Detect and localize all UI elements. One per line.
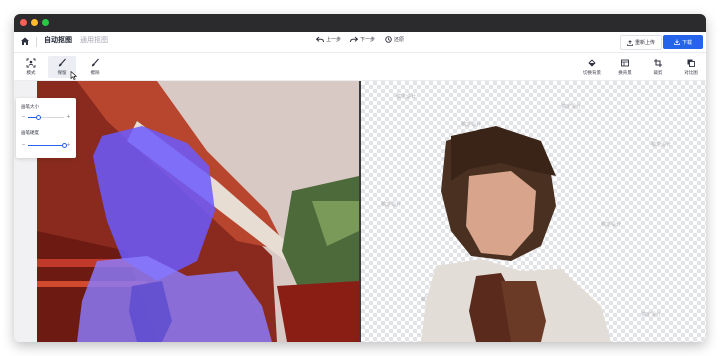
tool-crop[interactable]: 裁剪 bbox=[644, 56, 672, 78]
reupload-button[interactable]: 重新上传 bbox=[620, 35, 663, 50]
tab-general-cutout[interactable]: 通用抠图 bbox=[80, 35, 108, 45]
app-window: 自动抠图 通用抠图 上一步 下一步 还原 重新上传 下载 模式 保留 擦除 切换… bbox=[14, 14, 706, 342]
brush-hardness-label: 画笔硬度 bbox=[21, 131, 39, 136]
reset-icon bbox=[385, 36, 392, 43]
tool-brush-erase[interactable]: 擦除 bbox=[81, 56, 109, 78]
top-navigation-bar: 自动抠图 通用抠图 上一步 下一步 还原 重新上传 下载 bbox=[14, 32, 706, 53]
mode-icon bbox=[26, 58, 36, 68]
minimize-window-button[interactable] bbox=[31, 19, 38, 26]
brush-size-label: 画笔大小 bbox=[21, 105, 39, 110]
original-photo bbox=[37, 81, 359, 342]
undo-icon bbox=[316, 36, 324, 43]
tool-mode-label: 模式 bbox=[26, 71, 36, 76]
redo-icon bbox=[350, 36, 358, 43]
tool-crop-label: 裁剪 bbox=[653, 71, 663, 76]
nav-separator bbox=[36, 37, 37, 47]
crop-icon bbox=[654, 59, 662, 67]
brush-settings-panel: 画笔大小 − + 画笔硬度 − + bbox=[16, 98, 76, 158]
original-image-pane[interactable] bbox=[37, 81, 359, 342]
mouse-cursor-icon bbox=[70, 71, 77, 80]
close-window-button[interactable] bbox=[20, 19, 27, 26]
reset-button[interactable]: 还原 bbox=[385, 36, 404, 43]
download-button[interactable]: 下载 bbox=[663, 35, 703, 49]
maximize-window-button[interactable] bbox=[42, 19, 49, 26]
tool-switch-background[interactable]: 切换背景 bbox=[578, 56, 606, 78]
tab-auto-cutout[interactable]: 自动抠图 bbox=[44, 35, 72, 45]
home-icon[interactable] bbox=[20, 36, 30, 46]
download-label: 下载 bbox=[681, 39, 692, 46]
tool-compare-label: 对比图 bbox=[684, 71, 698, 76]
download-icon bbox=[674, 39, 680, 45]
brush-size-track[interactable] bbox=[28, 114, 64, 120]
tool-switch-background-label: 切换背景 bbox=[583, 71, 601, 76]
fill-bucket-icon bbox=[588, 59, 596, 67]
layout-icon bbox=[621, 59, 629, 67]
brush-hardness-decrease-button[interactable]: − bbox=[21, 142, 26, 148]
brush-erase-icon bbox=[91, 58, 99, 67]
brush-size-decrease-button[interactable]: − bbox=[21, 114, 26, 120]
edit-toolbar: 模式 保留 擦除 切换背景 换背景 裁剪 对比图 bbox=[14, 53, 706, 81]
tool-mode[interactable]: 模式 bbox=[17, 56, 45, 78]
redo-label: 下一步 bbox=[360, 37, 376, 43]
brush-hardness-increase-button[interactable]: + bbox=[66, 142, 71, 148]
brush-hardness-fill bbox=[28, 144, 64, 146]
editor-canvas[interactable]: 稿定设计 稿定设计 稿定设计 稿定设计 稿定设计 稿定设计 稿定设计 稿定设计 … bbox=[14, 81, 706, 342]
reupload-label: 重新上传 bbox=[635, 40, 656, 46]
undo-button[interactable]: 上一步 bbox=[316, 36, 341, 43]
layers-icon bbox=[687, 59, 695, 67]
brush-size-knob[interactable] bbox=[36, 114, 42, 120]
brush-size-slider[interactable]: − + bbox=[21, 114, 71, 120]
redo-button[interactable]: 下一步 bbox=[350, 36, 375, 43]
undo-label: 上一步 bbox=[326, 37, 342, 43]
brush-hardness-slider[interactable]: − + bbox=[21, 142, 71, 148]
tool-brush-erase-label: 擦除 bbox=[90, 71, 100, 76]
cutout-photo bbox=[421, 126, 611, 342]
brush-hardness-track[interactable] bbox=[28, 142, 67, 148]
title-bar bbox=[14, 14, 706, 32]
tool-change-background-label: 换背景 bbox=[618, 71, 632, 76]
tool-change-background[interactable]: 换背景 bbox=[611, 56, 639, 78]
reset-label: 还原 bbox=[394, 37, 405, 43]
tool-brush-keep-label: 保留 bbox=[57, 71, 67, 76]
brush-size-increase-button[interactable]: + bbox=[66, 114, 71, 120]
brush-hardness-knob[interactable] bbox=[61, 142, 67, 148]
upload-icon bbox=[627, 39, 633, 46]
tool-compare[interactable]: 对比图 bbox=[677, 56, 705, 78]
brush-keep-icon bbox=[58, 58, 66, 67]
result-image-pane[interactable]: 稿定设计 稿定设计 稿定设计 稿定设计 稿定设计 稿定设计 稿定设计 稿定设计 bbox=[361, 81, 706, 342]
